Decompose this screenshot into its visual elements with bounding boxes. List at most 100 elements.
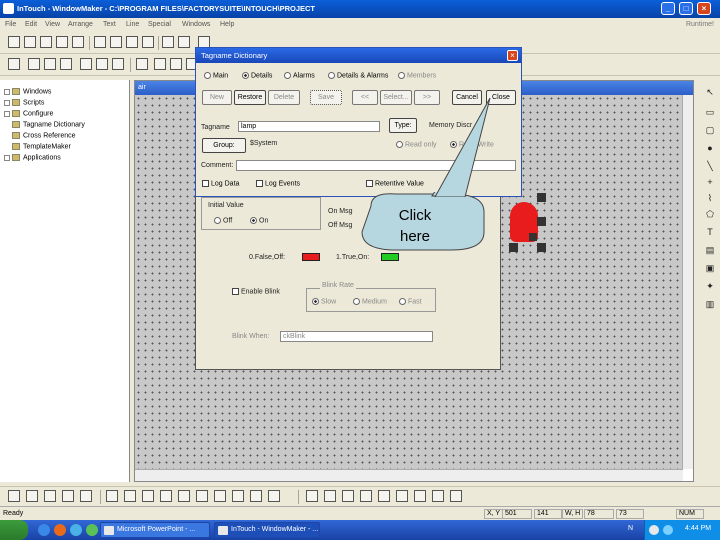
radio-dot[interactable] [250,217,257,224]
bold-icon[interactable] [28,58,40,70]
group-button[interactable]: Group: [202,138,246,153]
menu-arrange[interactable]: Arrange [68,21,93,28]
media-icon[interactable] [70,524,82,536]
line-color-icon[interactable] [170,58,182,70]
line-width-icon[interactable] [154,58,166,70]
redo-icon[interactable] [178,36,190,48]
blink-medium-radio[interactable]: Medium [353,298,387,305]
desktop-icon[interactable] [86,524,98,536]
save-icon[interactable] [40,36,52,48]
view-details-alarms-radio[interactable]: Details & Alarms [328,72,388,79]
text-style-icon[interactable] [96,58,108,70]
save-button[interactable]: Save [310,90,342,105]
select-all-icon[interactable] [432,490,444,502]
language-indicator[interactable]: N [628,525,633,532]
space-icon[interactable] [214,490,226,502]
blink-fast-radio[interactable]: Fast [399,298,422,305]
retentive-value-checkbox[interactable]: Retentive Value [366,180,424,187]
menu-special[interactable]: Special [148,21,171,28]
font-icon[interactable] [8,58,20,70]
minimize-button[interactable]: _ [661,2,675,15]
align-left-icon[interactable] [106,490,118,502]
tree-item-tagname-dictionary[interactable]: Tagname Dictionary [12,121,85,131]
tree-item-cross-reference[interactable]: Cross Reference [12,132,76,142]
reshape-icon[interactable] [396,490,408,502]
checkbox-box[interactable] [256,180,263,187]
delete-icon[interactable] [142,36,154,48]
select-arrow-icon[interactable]: ↖ [704,86,716,98]
enable-blink-checkbox[interactable]: Enable Blink [232,288,280,295]
restore-button[interactable]: Restore [234,90,266,105]
bitmap-icon[interactable]: ▤ [704,244,716,256]
radio-dot[interactable] [398,72,405,79]
log-events-checkbox[interactable]: Log Events [256,180,300,187]
selection-handle[interactable] [537,193,546,202]
ungroup-icon[interactable] [44,490,56,502]
make-cell-icon[interactable] [62,490,74,502]
paste-icon[interactable] [126,36,138,48]
cut-icon[interactable] [94,36,106,48]
view-alarms-radio[interactable]: Alarms [284,72,315,79]
false-color-swatch[interactable] [302,253,320,261]
radio-dot[interactable] [328,72,335,79]
close-button[interactable]: × [697,2,711,15]
menu-view[interactable]: View [45,21,60,28]
paste-wizard-icon[interactable]: ▥ [704,298,716,310]
radio-dot[interactable] [396,141,403,148]
selection-handle[interactable] [509,243,518,252]
align-bottom-icon[interactable] [196,490,208,502]
align-right-icon[interactable] [142,490,154,502]
duplicate-icon[interactable] [232,490,244,502]
tree-item-scripts[interactable]: Scripts [4,99,44,109]
align-middle-icon[interactable] [178,490,190,502]
text-size-icon[interactable] [80,58,92,70]
rounded-rectangle-icon[interactable]: ▢ [704,124,716,136]
selection-handle[interactable] [529,233,537,241]
menu-file[interactable]: File [5,21,16,28]
polygon-icon[interactable]: ⬠ [704,208,716,220]
selection-handle[interactable] [537,217,546,226]
radio-dot[interactable] [214,217,221,224]
grid-icon[interactable] [378,490,390,502]
hv-line-icon[interactable]: + [704,176,716,188]
true-color-swatch[interactable] [381,253,399,261]
vertical-scrollbar[interactable] [682,95,693,469]
print-icon[interactable] [72,36,84,48]
send-back-icon[interactable] [268,490,280,502]
view-main-radio[interactable]: Main [204,72,228,79]
view-details-radio[interactable]: Details [242,72,272,79]
pen-icon[interactable] [80,490,92,502]
radio-dot[interactable] [242,72,249,79]
rectangle-icon[interactable]: ▭ [704,106,716,118]
smooth-icon[interactable] [414,490,426,502]
arrange-icon[interactable] [8,490,20,502]
blink-slow-radio[interactable]: Slow [312,298,336,305]
tree-item-templatemaker[interactable]: TemplateMaker [12,143,71,153]
network-icon[interactable] [649,525,659,535]
align-top-icon[interactable] [160,490,172,502]
firefox-icon[interactable] [54,524,66,536]
radio-dot[interactable] [312,298,319,305]
flip-horizontal-icon[interactable] [324,490,336,502]
checkbox-box[interactable] [202,180,209,187]
wizard-icon[interactable]: ✦ [704,280,716,292]
tree-item-windows[interactable]: Windows [4,88,51,98]
radio-dot[interactable] [204,72,211,79]
menu-text[interactable]: Text [103,21,116,28]
tree-item-configure[interactable]: Configure [4,110,53,120]
align-icon[interactable] [60,58,72,70]
select-button[interactable]: Select... [380,90,412,105]
delete-button[interactable]: Delete [268,90,300,105]
radio-dot[interactable] [399,298,406,305]
open-folder-icon[interactable] [24,36,36,48]
align-center-icon[interactable] [124,490,136,502]
blink-when-field[interactable]: ckBlink [280,331,433,342]
log-data-checkbox[interactable]: Log Data [202,180,239,187]
copy-icon[interactable] [110,36,122,48]
rotate-icon[interactable] [306,490,318,502]
tree-item-applications[interactable]: Applications [4,154,61,164]
checkbox-box[interactable] [366,180,373,187]
task-powerpoint[interactable]: Microsoft PowerPoint - ... [100,522,210,538]
ie-icon[interactable] [38,524,50,536]
menu-windows[interactable]: Windows [182,21,210,28]
